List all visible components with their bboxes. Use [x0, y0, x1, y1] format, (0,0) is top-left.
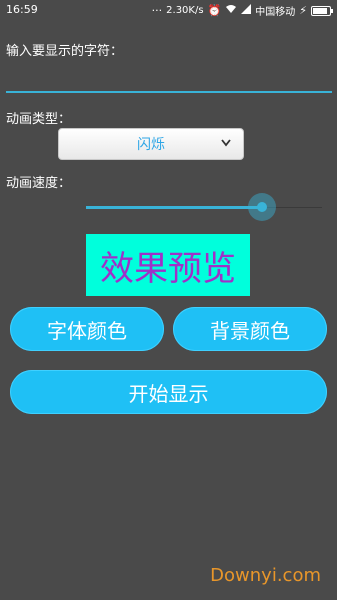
- battery-icon: [311, 5, 333, 16]
- chevron-down-icon: [221, 137, 231, 150]
- anim-type-label: 动画类型：: [6, 112, 72, 127]
- watermark: Downyi.com: [210, 565, 321, 586]
- font-color-button[interactable]: 字体颜色: [10, 307, 164, 351]
- anim-speed-label: 动画速度：: [6, 176, 72, 191]
- speed-slider-track-filled[interactable]: [86, 206, 262, 209]
- input-underline: [6, 90, 332, 93]
- more-icon: ···: [151, 4, 163, 17]
- display-text-input[interactable]: [8, 66, 332, 90]
- status-right: ··· 2.30K/s ⏰ 中国移动 ⚡: [151, 3, 333, 18]
- spinner-selected-value: 闪烁: [137, 137, 165, 153]
- status-bar: 16:59 ··· 2.30K/s ⏰ 中国移动 ⚡: [0, 0, 337, 20]
- alarm-icon: ⏰: [207, 4, 222, 17]
- charging-icon: ⚡: [299, 4, 307, 17]
- network-speed: 2.30K/s: [166, 5, 204, 16]
- signal-icon: [241, 4, 252, 17]
- speed-slider-thumb-center[interactable]: [257, 202, 267, 212]
- start-display-button[interactable]: 开始显示: [10, 370, 327, 414]
- anim-type-spinner[interactable]: 闪烁: [58, 128, 244, 160]
- chars-label: 输入要显示的字符：: [6, 44, 124, 59]
- effect-preview: 效果预览: [86, 234, 250, 296]
- bg-color-button[interactable]: 背景颜色: [173, 307, 327, 351]
- status-time: 16:59: [6, 3, 38, 16]
- wifi-icon: [225, 4, 237, 17]
- carrier-name: 中国移动: [255, 7, 296, 18]
